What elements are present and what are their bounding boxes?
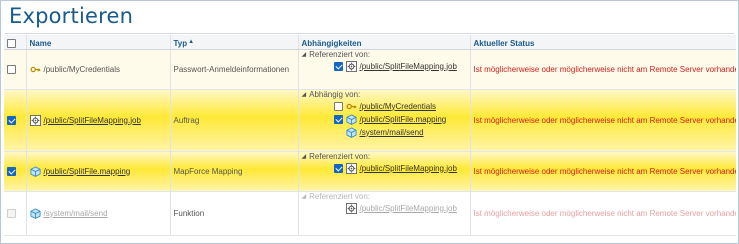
table-row: /system/mail/send Funktion ◢ Referenziert v… [4, 191, 737, 236]
column-header-name[interactable]: Name [26, 35, 171, 50]
status-cell: Ist möglicherweise oder möglicherweise n… [470, 49, 737, 90]
export-table: Name Typ▲ Abhängigkeiten Aktueller Statu… [4, 35, 736, 236]
dependency-link[interactable]: /public/SplitFileMapping.job [360, 164, 457, 173]
status-text: Ist möglicherweise oder möglicherweise n… [473, 208, 737, 218]
type-cell: MapForce Mapping [170, 151, 299, 192]
export-dialog: Exportieren Name Typ▲ Abhängigkeiten Akt… [0, 0, 739, 244]
cube-icon [30, 165, 41, 177]
object-type: Funktion [173, 208, 205, 218]
cube-icon [346, 113, 357, 125]
dependency-link[interactable]: /system/mail/send [360, 128, 424, 137]
object-name-link[interactable]: /public/SplitFileMapping.job [44, 116, 141, 125]
dependency-checkbox[interactable] [333, 61, 343, 71]
dependency-item: /public/SplitFileMapping.job [333, 162, 467, 174]
dependency-group[interactable]: ◢ Referenziert von: [302, 50, 467, 59]
object-name-link[interactable]: /public/SplitFile.mapping [44, 167, 131, 176]
dependency-item: /public/SplitFileMapping.job [333, 60, 467, 72]
name-wrapper: /system/mail/send [30, 207, 167, 219]
row-checkbox-cell [4, 151, 27, 192]
name-cell: /public/MyCredentials [26, 49, 171, 90]
dependency-group-label: Referenziert von: [309, 191, 371, 201]
table-row: /public/MyCredentials Passwort-Anmeldeinf… [4, 49, 737, 90]
select-all-header[interactable] [4, 35, 27, 50]
name-wrapper: /public/SplitFile.mapping [30, 165, 167, 177]
status-text: Ist möglicherweise oder möglicherweise n… [473, 166, 737, 176]
object-name-link: /public/MyCredentials [43, 64, 120, 74]
table-row: /public/SplitFileMapping.job Auftrag ◢ Abhä… [4, 89, 737, 152]
row-checkbox[interactable] [7, 115, 16, 125]
dependency-group[interactable]: ◢ Abhängig von: [302, 90, 467, 99]
name-cell: /public/SplitFileMapping.job [26, 89, 171, 152]
table-row: /public/SplitFile.mapping MapForce Mappin… [4, 151, 737, 192]
status-cell: Ist möglicherweise oder möglicherweise n… [470, 151, 737, 192]
key-icon [30, 64, 41, 75]
expand-triangle-icon[interactable]: ◢ [302, 51, 307, 58]
dependencies-cell: ◢ Referenziert von: /public/SplitFileMappi… [298, 49, 471, 90]
dependency-checkbox[interactable] [333, 114, 343, 124]
object-type: Auftrag [173, 115, 200, 125]
object-type: Passwort-Anmeldeinformationen [173, 64, 290, 74]
expand-triangle-icon[interactable]: ◢ [302, 193, 307, 200]
title-divider [5, 33, 734, 34]
row-checkbox[interactable] [7, 64, 16, 74]
row-checkbox-cell [4, 191, 27, 236]
dependency-link[interactable]: /public/SplitFileMapping.job [360, 204, 457, 213]
dependency-group[interactable]: ◢ Referenziert von: [302, 192, 467, 201]
key-icon [346, 101, 357, 112]
status-cell: Ist möglicherweise oder möglicherweise n… [470, 89, 737, 152]
cube-icon [346, 126, 357, 138]
dependency-group-label: Referenziert von: [309, 151, 371, 161]
row-checkbox [7, 208, 16, 218]
object-name-link[interactable]: /system/mail/send [44, 209, 108, 218]
dependency-tree: ◢ Referenziert von: /public/SplitFileMappi… [302, 152, 467, 191]
page-title: Exportieren [9, 4, 134, 28]
dependencies-cell: ◢ Referenziert von: /public/SplitFileMappi… [298, 151, 471, 192]
dependency-checkbox[interactable] [333, 163, 343, 173]
gear-mapping-icon [345, 202, 357, 214]
row-checkbox-cell [4, 49, 27, 90]
dependencies-cell: ◢ Referenziert von: /public/SplitFileMappi… [298, 191, 471, 236]
dependency-item: /public/SplitFileMapping.job [345, 202, 467, 214]
object-type: MapForce Mapping [173, 166, 243, 176]
column-header-type[interactable]: Typ▲ [170, 35, 299, 50]
gear-mapping-icon [29, 114, 41, 126]
status-text: Ist möglicherweise oder möglicherweise n… [473, 115, 737, 125]
gear-mapping-icon [345, 60, 357, 72]
name-wrapper: /public/MyCredentials [30, 64, 167, 75]
expand-triangle-icon[interactable]: ◢ [302, 91, 307, 98]
dependency-tree: ◢ Referenziert von: /public/SplitFileMappi… [302, 192, 467, 235]
dependency-link[interactable]: /public/SplitFile.mapping [360, 115, 447, 124]
dependency-item: /public/SplitFile.mapping [333, 113, 467, 125]
dependency-checkbox[interactable] [333, 101, 343, 111]
expand-triangle-icon[interactable]: ◢ [302, 153, 307, 160]
dependency-tree: ◢ Referenziert von: /public/SplitFileMappi… [302, 50, 467, 89]
dependency-link[interactable]: /public/SplitFileMapping.job [360, 62, 457, 71]
type-cell: Auftrag [170, 89, 299, 152]
dependency-item: /public/MyCredentials [333, 101, 467, 112]
cube-icon [30, 207, 41, 219]
column-header-status[interactable]: Aktueller Status [470, 35, 736, 50]
row-checkbox-cell [4, 89, 27, 152]
name-cell: /system/mail/send [26, 191, 171, 236]
column-header-dependencies[interactable]: Abhängigkeiten [298, 35, 471, 50]
gear-mapping-icon [345, 162, 357, 174]
dependency-link[interactable]: /public/MyCredentials [360, 102, 436, 111]
name-cell: /public/SplitFile.mapping [26, 151, 171, 192]
row-checkbox[interactable] [7, 166, 16, 176]
table-header-row: Name Typ▲ Abhängigkeiten Aktueller Statu… [4, 35, 736, 50]
type-cell: Funktion [170, 191, 299, 236]
dependency-item: /system/mail/send [346, 126, 467, 138]
dependency-group[interactable]: ◢ Referenziert von: [302, 152, 467, 161]
status-text: Ist möglicherweise oder möglicherweise n… [473, 64, 737, 74]
sort-ascending-icon: ▲ [188, 38, 195, 45]
dependency-group-label: Abhängig von: [309, 89, 361, 99]
name-wrapper: /public/SplitFileMapping.job [29, 114, 167, 126]
status-cell: Ist möglicherweise oder möglicherweise n… [470, 191, 737, 236]
type-cell: Passwort-Anmeldeinformationen [170, 49, 299, 90]
select-all-checkbox[interactable] [7, 38, 16, 48]
dependency-group-label: Referenziert von: [309, 49, 371, 59]
dependency-tree: ◢ Abhängig von: /public/MyCredentials/publ… [302, 90, 467, 151]
dependencies-cell: ◢ Abhängig von: /public/MyCredentials/publ… [298, 89, 471, 152]
